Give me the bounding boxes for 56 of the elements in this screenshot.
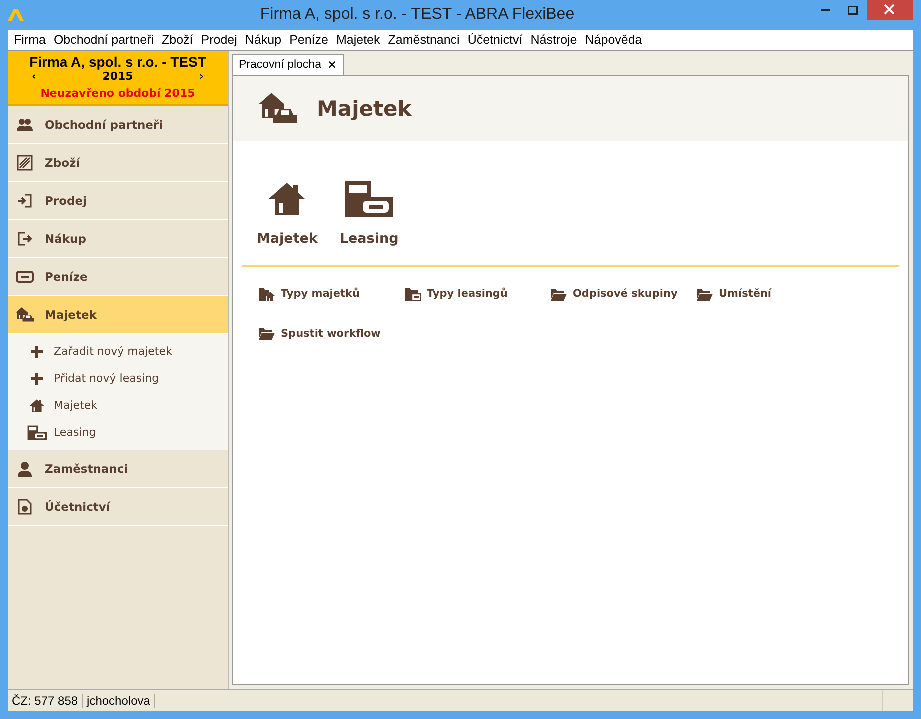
tab-close-button[interactable]: ✕ [327, 58, 338, 72]
next-year-button[interactable]: › [199, 70, 204, 83]
house-icon [29, 398, 45, 414]
sign-in-icon [17, 192, 33, 208]
folder-icon [551, 288, 567, 300]
banknote-icon [16, 270, 34, 282]
plus-icon [31, 346, 43, 358]
house-folder-icon [259, 287, 275, 301]
maximize-icon[interactable] [848, 6, 858, 14]
register-folder-icon [405, 287, 421, 301]
plus-icon [31, 372, 43, 384]
menu-item[interactable]: Zboží [158, 33, 198, 47]
link-item[interactable]: Typy leasingů [405, 287, 551, 301]
menu-item[interactable]: Firma [10, 33, 50, 47]
status-text: ČZ: 577 858 [8, 694, 84, 708]
menu-item[interactable]: Prodej [197, 33, 242, 47]
menu-item[interactable]: Nástroje [526, 33, 582, 47]
sidebar-item[interactable]: Majetek [8, 296, 228, 334]
menu-item[interactable]: Peníze [286, 33, 332, 47]
cash-register-icon [26, 424, 48, 440]
close-button[interactable] [867, 0, 913, 20]
people-icon [17, 118, 33, 132]
status-text: jchocholova [83, 694, 156, 708]
year-label: 2015 [102, 70, 134, 83]
document-icon [18, 498, 32, 514]
menu-item[interactable]: Obchodní partneři [50, 33, 158, 47]
link-item[interactable]: Umístění [697, 287, 843, 301]
minimize-icon[interactable] [820, 9, 830, 11]
sidebar-subitem[interactable]: Přidat nový leasing [8, 365, 228, 392]
previous-year-button[interactable]: ‹ [32, 70, 37, 83]
menu-item[interactable]: Zaměstnanci [384, 33, 464, 47]
link-item[interactable]: Spustit workflow [259, 327, 405, 340]
sign-out-icon [17, 230, 33, 246]
link-item[interactable]: Odpisové skupiny [551, 287, 697, 301]
menu-item[interactable]: Nápověda [581, 33, 646, 47]
hatched-box-icon [17, 154, 33, 170]
sidebar-subitem[interactable]: Majetek [8, 392, 228, 419]
page-title: Majetek [317, 96, 412, 120]
folder-icon [259, 327, 275, 340]
module-tile[interactable]: Leasing [340, 179, 399, 247]
house-car-icon [16, 306, 34, 324]
company-name: Firma A, spol. s r.o. - TEST [30, 54, 206, 70]
person-icon [17, 460, 33, 476]
menu-item[interactable]: Účetnictví [464, 33, 527, 47]
folder-icon [697, 288, 713, 300]
module-tile[interactable]: Majetek [257, 179, 318, 247]
menu-item[interactable]: Majetek [332, 33, 384, 47]
sidebar-subitem[interactable]: Zařadit nový majetek [8, 338, 228, 365]
app-logo-icon [8, 9, 24, 21]
tab[interactable]: Pracovní plocha ✕ [232, 54, 344, 75]
sidebar-subitem[interactable]: Leasing [8, 419, 228, 446]
menu-item[interactable]: Nákup [241, 33, 286, 47]
cash-register-icon [343, 179, 396, 219]
period-warning: Neuzavřeno období 2015 [40, 87, 196, 100]
link-item[interactable]: Typy majetků [259, 287, 405, 301]
window-title: Firma A, spol. s r.o. - TEST - ABRA FlexiBee [259, 6, 576, 24]
